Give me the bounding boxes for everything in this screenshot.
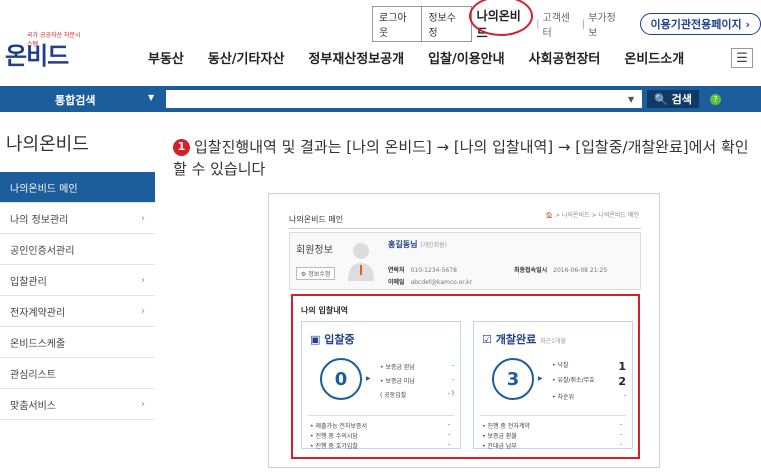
member-info-title: 회원정보 (296, 245, 333, 256)
sidebar-item-bids[interactable]: 입찰관리 › (0, 265, 155, 296)
nav-social-market[interactable]: 사회공헌장터 (529, 48, 601, 67)
sidebar-title: 나의온비드 (6, 134, 89, 155)
list-item: • 유찰/취소/무효 2 (552, 375, 626, 388)
top-utility-links: 로그아웃 정보수정 나의온비드 | 고객센터 | 부가정보 이용기관전용페이지 … (372, 0, 761, 42)
customer-center-link[interactable]: 고객센터 (540, 9, 582, 39)
sidebar-item-label: 입찰관리 (10, 276, 47, 288)
chevron-right-icon: › (141, 274, 145, 286)
arrow-right-icon: ▶ (538, 375, 543, 382)
arrow-right-icon: ▶ (366, 375, 371, 382)
inner-screenshot: 나의온비드 메인 🏠 > 나의온비드 > 나의온비드 메인 회원정보 ⚙ 정보수… (268, 193, 660, 468)
sidebar-item-label: 맞춤서비스 (10, 400, 56, 412)
org-page-button[interactable]: 이용기관전용페이지 › (639, 13, 761, 35)
hamburger-icon[interactable]: ☰ (731, 48, 753, 68)
list-item: • 보증금 미납 - (380, 376, 454, 385)
chevron-right-icon: › (141, 398, 145, 410)
breadcrumb: 🏠 > 나의온비드 > 나의온비드 메인 (545, 212, 639, 219)
list-item: • 진행 중 전자계약 - (482, 421, 622, 430)
sidebar-item-label: 공인인증서관리 (10, 245, 75, 257)
caret-down-icon[interactable]: ▼ (628, 95, 634, 104)
extra-info-link[interactable]: 부가정보 (585, 9, 627, 39)
completed-card[interactable]: ☑ 개찰완료 최근1개월 3 ▶ • 낙찰 1 • 유찰/취소/무효 2 • 차순위… (473, 321, 633, 450)
list-item: • 낙찰 1 (552, 360, 626, 373)
list-item: ( 공동입찰 - ) (380, 390, 454, 399)
divider (480, 415, 626, 416)
sidebar: 나의온비드 메인 나의 정보관리 › 공인인증서관리 입찰관리 › 전자계약관리… (0, 172, 155, 420)
list-item: • 잔대금 납부 - (482, 441, 622, 450)
sidebar-item-label: 온비드스케줄 (10, 338, 66, 350)
member-info-panel: 회원정보 ⚙ 정보수정 홍길동님 (개인회원) 연락처 010-1234-5678… (289, 232, 641, 290)
list-item: • 보증금 환불 - (482, 431, 622, 440)
bid-history-title: 나의 입찰내역 (301, 306, 348, 315)
logout-link[interactable]: 로그아웃 (372, 6, 423, 42)
sidebar-item-label: 나의 정보관리 (10, 214, 69, 226)
nav-real-estate[interactable]: 부동산 (148, 48, 184, 67)
inner-page-title: 나의온비드 메인 (289, 215, 344, 224)
avatar-icon (348, 243, 374, 281)
search-category[interactable]: 통합검색 (55, 92, 95, 108)
highlight-circle (468, 0, 533, 36)
my-onbid-link[interactable]: 나의온비드 (468, 0, 536, 41)
email-row: 이메일 abcdef@kamco.or.kr (388, 279, 473, 286)
instruction: 1 입찰진행내역 및 결과는 [나의 온비드] → [나의 입찰내역] → [입찰… (173, 136, 753, 180)
sidebar-item-main[interactable]: 나의온비드 메인 (0, 172, 155, 203)
sidebar-item-cert[interactable]: 공인인증서관리 (0, 234, 155, 265)
list-item: • 진행 중 수의시담 - (310, 431, 450, 440)
sidebar-item-label: 관심리스트 (10, 369, 56, 381)
nav-movables[interactable]: 동산/기타자산 (208, 48, 285, 67)
sidebar-item-info[interactable]: 나의 정보관리 › (0, 203, 155, 234)
nav-gov-property[interactable]: 정부재산정보공개 (308, 48, 404, 67)
bid-history-highlight: 나의 입찰내역 ▣ 입찰중 0 ▶ • 보증금 완납 - • 보증금 미납 - ( … (291, 294, 640, 459)
list-item: • 진행 중 호가입찰 - (310, 441, 450, 450)
list-item: • 제출가능 전자보증서 - (310, 421, 450, 430)
completed-title: ☑ 개찰완료 최근1개월 (482, 333, 566, 346)
sidebar-item-label: 나의온비드 메인 (10, 183, 78, 195)
main-nav: 부동산 동산/기타자산 정부재산정보공개 입찰/이용안내 사회공헌장터 온비드소… (148, 48, 708, 67)
member-name: 홍길동님 (개인회원) (388, 240, 448, 249)
in-progress-count[interactable]: 0 (320, 358, 362, 400)
phone-row: 연락처 010-1234-5678 (388, 267, 457, 274)
last-login-row: 최종접속일시 2016-06-08 21:25 (514, 267, 608, 274)
nav-about[interactable]: 온비드소개 (624, 48, 684, 67)
sidebar-item-favorites[interactable]: 관심리스트 (0, 358, 155, 389)
instruction-text: 입찰진행내역 및 결과는 [나의 온비드] → [나의 입찰내역] → [입찰중… (173, 138, 749, 178)
caret-down-icon[interactable]: ▼ (148, 93, 154, 102)
help-icon[interactable]: ? (710, 94, 721, 105)
search-button[interactable]: 🔍 검색 (647, 90, 699, 108)
logo-text: 온비드 (5, 42, 69, 70)
edit-info-button[interactable]: ⚙ 정보수정 (296, 267, 336, 280)
nav-bid-guide[interactable]: 입찰/이용안내 (428, 48, 505, 67)
list-item: • 보증금 완납 - (380, 362, 454, 371)
edit-info-link[interactable]: 정보수정 (422, 6, 472, 42)
chevron-right-icon: › (141, 305, 145, 317)
step-number-badge: 1 (173, 138, 190, 156)
sidebar-item-schedule[interactable]: 온비드스케줄 (0, 327, 155, 358)
search-bar: 통합검색 ▼ ▼ 🔍 검색 ? (0, 86, 761, 112)
sidebar-item-label: 전자계약관리 (10, 307, 66, 319)
in-progress-card[interactable]: ▣ 입찰중 0 ▶ • 보증금 완납 - • 보증금 미납 - ( 공동입찰 - ) … (301, 321, 461, 450)
in-progress-title: ▣ 입찰중 (310, 333, 355, 346)
divider (308, 415, 454, 416)
onbid-logo[interactable]: 국가 공공자산 처분시스템 온비드 (5, 30, 85, 70)
sidebar-item-contracts[interactable]: 전자계약관리 › (0, 296, 155, 327)
sidebar-item-custom[interactable]: 맞춤서비스 › (0, 389, 155, 420)
completed-count[interactable]: 3 (492, 358, 534, 400)
divider (289, 228, 641, 229)
list-item: • 차순위 - (552, 392, 626, 401)
search-input[interactable] (166, 90, 642, 108)
chevron-right-icon: › (141, 212, 145, 224)
